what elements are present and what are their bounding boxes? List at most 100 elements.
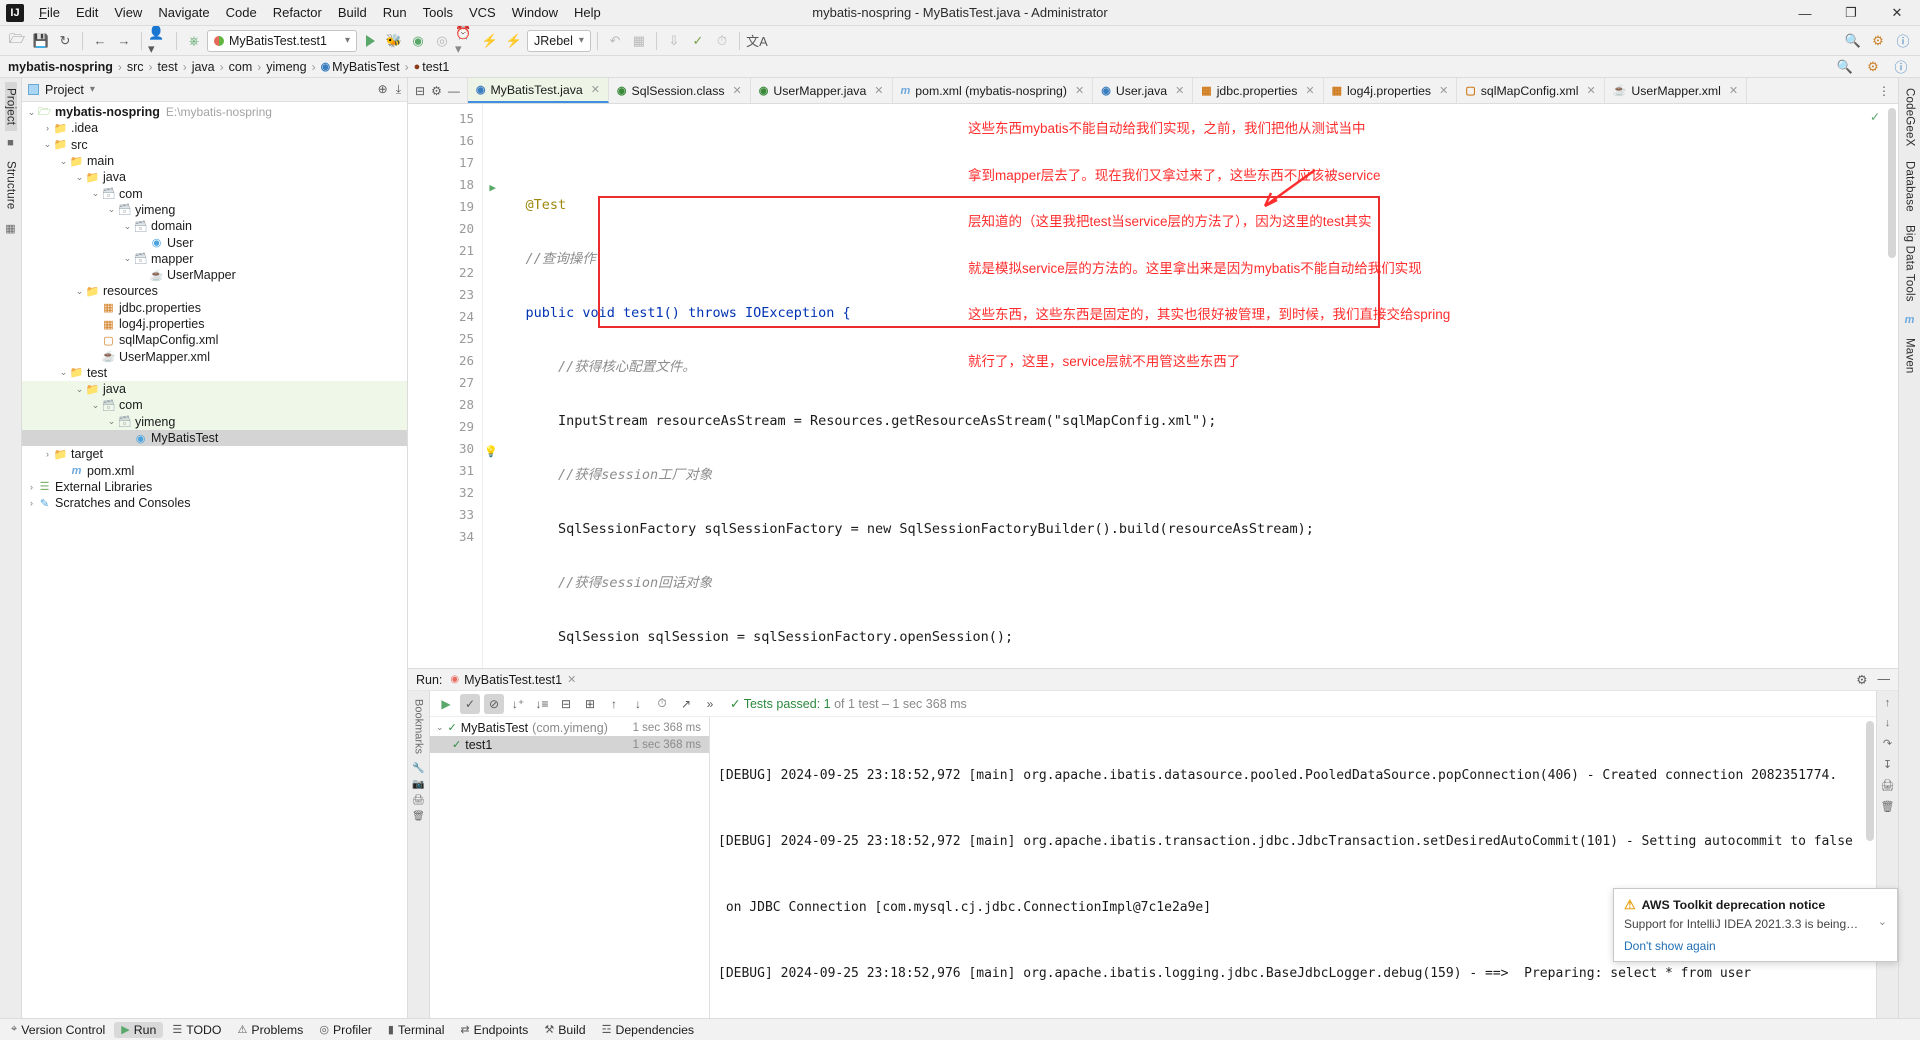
- close-icon[interactable]: ✕: [1729, 84, 1738, 97]
- hide-icon[interactable]: —: [448, 84, 460, 98]
- gear-icon[interactable]: ⚙: [1867, 30, 1889, 52]
- tab-overflow-button[interactable]: ⋮: [1870, 78, 1898, 103]
- expand-arrow-icon[interactable]: ⌄: [26, 107, 37, 118]
- close-icon[interactable]: ✕: [1075, 84, 1084, 97]
- breadcrumb-item-src[interactable]: src: [127, 60, 144, 74]
- menu-item-navigate[interactable]: Navigate: [150, 2, 217, 23]
- tree-node-src[interactable]: ⌄ 📁 src: [22, 137, 407, 153]
- search-icon[interactable]: 🔍: [1842, 30, 1864, 52]
- jrebel-run-icon[interactable]: ⚡: [479, 30, 501, 52]
- run-tab[interactable]: ◉ MyBatisTest.test1 ✕: [450, 673, 576, 687]
- maximize-button[interactable]: ❐: [1828, 0, 1874, 26]
- toolwindow-button-endpoints[interactable]: ⇄ Endpoints: [453, 1022, 535, 1038]
- tree-node-test[interactable]: ⌄ 📁 test: [22, 365, 407, 381]
- editor-tab-usermapper-xml[interactable]: ☕ UserMapper.xml ✕: [1604, 78, 1748, 103]
- jrebel-debug-icon[interactable]: ⚡: [503, 30, 525, 52]
- breadcrumb-project[interactable]: mybatis-nospring: [8, 60, 113, 74]
- menu-item-refactor[interactable]: Refactor: [265, 2, 330, 23]
- rail-button-structure[interactable]: Structure: [5, 155, 17, 215]
- tree-node-pom-xml[interactable]: m pom.xml: [22, 463, 407, 479]
- expand-arrow-icon[interactable]: ›: [26, 482, 37, 492]
- forward-icon[interactable]: →: [113, 30, 135, 52]
- tree-node-sqlmapconfig-xml[interactable]: ▢ sqlMapConfig.xml: [22, 332, 407, 348]
- tree-node-com[interactable]: ⌄ 🗃 com: [22, 185, 407, 201]
- tree-node-test-yimeng[interactable]: ⌄ 🗃 yimeng: [22, 413, 407, 430]
- save-icon[interactable]: 💾: [30, 30, 52, 52]
- tree-node-mapper[interactable]: ⌄ 🗃 mapper: [22, 251, 407, 267]
- locate-file-icon[interactable]: ⊕: [378, 82, 388, 97]
- tree-node-log4j-properties[interactable]: ▦ log4j.properties: [22, 316, 407, 332]
- sync-icon[interactable]: ↻: [54, 30, 76, 52]
- sort-alphabetically-icon[interactable]: ↓⁺: [508, 694, 528, 714]
- project-tree[interactable]: ⌄ 🗁 mybatis-nospring E:\mybatis-nospring…: [22, 102, 407, 1018]
- jrebel-selector[interactable]: JRebel ▾: [527, 29, 591, 52]
- menu-item-run[interactable]: Run: [375, 2, 415, 23]
- expand-arrow-icon[interactable]: ⌄: [42, 139, 53, 150]
- run-configuration-selector[interactable]: MyBatisTest.test1 ▾: [207, 29, 357, 52]
- toolwindow-button-dependencies[interactable]: ☲ Dependencies: [595, 1022, 702, 1038]
- gear-icon[interactable]: ⚙: [1856, 672, 1867, 687]
- translate-icon[interactable]: 文A: [746, 30, 768, 52]
- sort-by-duration-icon[interactable]: ↓≡: [532, 694, 552, 714]
- inspection-status-icon[interactable]: ✓: [1870, 110, 1880, 124]
- expand-arrow-icon[interactable]: ⌄: [106, 416, 117, 427]
- breadcrumb-item-yimeng[interactable]: yimeng: [266, 60, 306, 74]
- tree-node-jdbc-properties[interactable]: ▦ jdbc.properties: [22, 300, 407, 316]
- maven-icon[interactable]: m: [1905, 310, 1915, 330]
- tree-node-test-java[interactable]: ⌄ 📁 java: [22, 381, 407, 398]
- toolwindow-button-terminal[interactable]: ▮ Terminal: [381, 1022, 452, 1038]
- menu-item-help[interactable]: Help: [566, 2, 609, 23]
- chevron-down-icon[interactable]: ▾: [90, 84, 95, 95]
- editor-tab-sqlsession-class[interactable]: ◉ SqlSession.class ✕: [608, 78, 751, 103]
- expand-all-icon[interactable]: ⊟: [556, 694, 576, 714]
- expand-arrow-icon[interactable]: ⌄: [106, 204, 117, 215]
- collapse-icon[interactable]: ⊟: [415, 84, 425, 98]
- rerun-icon[interactable]: ▶: [436, 694, 456, 714]
- profile-dropdown-icon[interactable]: 👤▾: [148, 25, 170, 56]
- search-everywhere-icon[interactable]: 🔍: [1834, 56, 1856, 78]
- expand-arrow-icon[interactable]: ⌄: [436, 722, 444, 733]
- rail-button-database[interactable]: Database: [1904, 155, 1916, 218]
- menu-item-code[interactable]: Code: [218, 2, 265, 23]
- next-failed-icon[interactable]: ↓: [628, 694, 648, 714]
- profiler-button[interactable]: ◎: [431, 30, 453, 52]
- console-scrollbar[interactable]: [1863, 717, 1876, 1018]
- close-icon[interactable]: ✕: [567, 673, 576, 686]
- tree-node-usermapper[interactable]: ☕ UserMapper: [22, 267, 407, 283]
- expand-arrow-icon[interactable]: ›: [26, 498, 37, 508]
- code-editor[interactable]: 15 16 17 18 ▶ 19 20 21 22 23 24 25 26 27…: [408, 104, 1898, 668]
- collapse-all-icon[interactable]: ⊞: [580, 694, 600, 714]
- collapse-all-icon[interactable]: ⤓: [396, 82, 401, 97]
- scroll-to-end-icon[interactable]: ↧: [1883, 758, 1892, 771]
- toolwindow-button-problems[interactable]: ⚠ Problems: [231, 1022, 311, 1038]
- expand-arrow-icon[interactable]: ⌄: [74, 384, 85, 395]
- tree-node-idea[interactable]: › 📁 .idea: [22, 120, 407, 136]
- expand-arrow-icon[interactable]: ⌄: [90, 188, 101, 199]
- close-icon[interactable]: ✕: [874, 84, 883, 97]
- tree-node-yimeng[interactable]: ⌄ 🗃 yimeng: [22, 202, 407, 218]
- toolwindow-button-run[interactable]: ▶ Run: [114, 1021, 164, 1038]
- close-button[interactable]: ✕: [1874, 0, 1920, 26]
- editor-tab-jdbc-properties[interactable]: ▦ jdbc.properties ✕: [1193, 78, 1324, 103]
- rail-button-maven[interactable]: Maven: [1904, 332, 1916, 380]
- rollback-icon[interactable]: ↶: [604, 30, 626, 52]
- menu-item-window[interactable]: Window: [504, 2, 566, 23]
- breadcrumb-item-com[interactable]: com: [229, 60, 253, 74]
- trash-icon[interactable]: 🗑: [412, 811, 425, 822]
- chevron-down-icon[interactable]: ⌄: [1878, 915, 1887, 928]
- menu-item-build[interactable]: Build: [330, 2, 375, 23]
- tree-node-target[interactable]: › 📁 target: [22, 446, 407, 462]
- notification-balloon[interactable]: ⚠ AWS Toolkit deprecation notice Support…: [1613, 888, 1898, 962]
- print-icon[interactable]: 🖨: [412, 795, 425, 806]
- expand-arrow-icon[interactable]: ⌄: [122, 253, 133, 264]
- menu-item-vcs[interactable]: VCS: [461, 2, 504, 23]
- more-icon[interactable]: »: [700, 694, 720, 714]
- close-icon[interactable]: ✕: [1586, 84, 1595, 97]
- menu-item-file[interactable]: File: [31, 2, 68, 23]
- bookmarks-icon[interactable]: ■: [7, 133, 14, 153]
- hide-ignored-icon[interactable]: ⊘: [484, 693, 504, 714]
- toolwindow-button-profiler[interactable]: ◎ Profiler: [312, 1022, 379, 1038]
- editor-tab-log4j-properties[interactable]: ▦ log4j.properties ✕: [1323, 78, 1458, 103]
- scrollbar-thumb[interactable]: [1888, 108, 1896, 258]
- tree-node-user[interactable]: ◉ User: [22, 234, 407, 250]
